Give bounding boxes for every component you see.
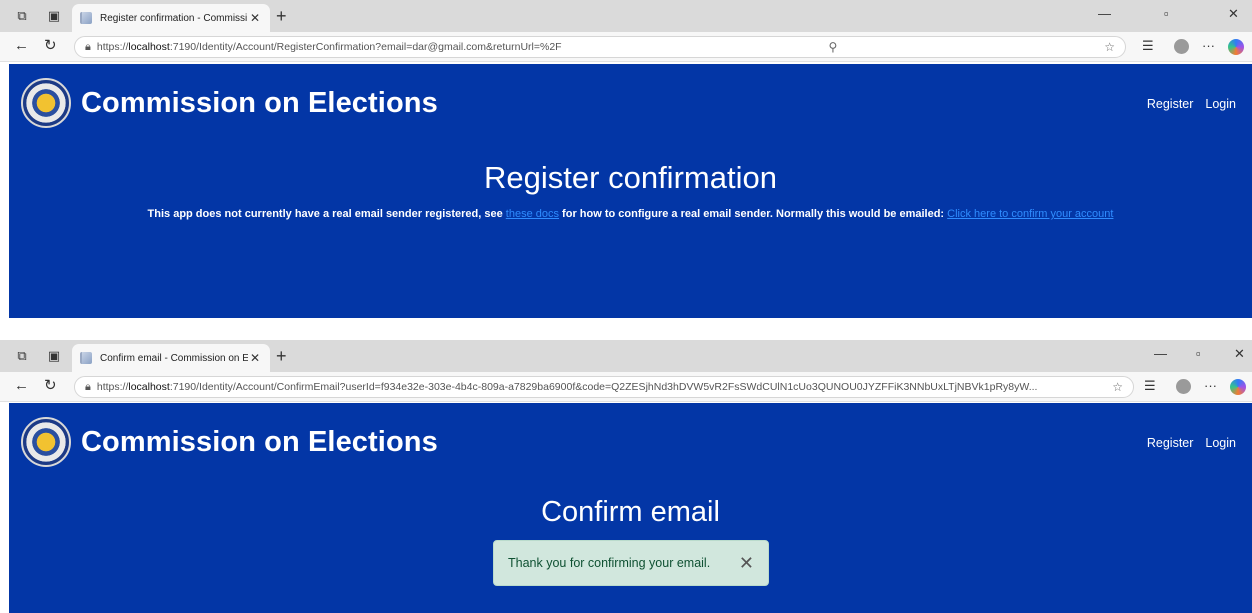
copilot-icon[interactable] [1228,39,1244,55]
browser-window-confirm-email: ⧉ ▣ Confirm email - Commission on E ✕ + … [0,340,1252,613]
url-field[interactable]: 🔒︎ https://localhost:7190/Identity/Accou… [74,36,1126,58]
back-arrow-icon[interactable]: ← [14,378,29,394]
lock-icon[interactable]: 🔒︎ [85,41,91,54]
brand-name: Commission on Elections [81,425,438,458]
page-title: Register confirmation [484,160,777,195]
favorites-icon[interactable]: ☰ [1142,38,1154,54]
tab-confirm-email[interactable]: Confirm email - Commission on E ✕ [72,344,270,372]
minimize-icon[interactable]: — [1154,346,1167,361]
search-icon[interactable]: ⚲ [821,40,838,54]
restore-icon[interactable]: ▫ [1196,346,1201,361]
page-favicon-icon [80,352,92,364]
profile-icon[interactable] [1174,39,1189,54]
tab-strip: ⧉ ▣ Confirm email - Commission on E ✕ + … [0,340,1252,372]
star-icon[interactable]: ☆ [1096,40,1115,54]
close-tab-icon[interactable]: ✕ [248,351,262,365]
address-bar: ← ↻ 🔒︎ https://localhost:7190/Identity/A… [0,372,1252,402]
url-host: localhost [128,41,170,53]
workspaces-icon[interactable]: ⧉ [14,8,30,24]
comelec-seal-icon [21,417,71,467]
favorites-icon[interactable]: ☰ [1144,378,1156,394]
page-favicon-icon [80,12,92,24]
copilot-icon[interactable] [1230,379,1246,395]
restore-icon[interactable]: ▫ [1164,6,1169,21]
alert-message: Thank you for confirming your email. [508,556,711,570]
confirm-account-link[interactable]: Click here to confirm your account [947,208,1113,220]
comelec-seal-icon [21,78,71,128]
url-host: localhost [128,381,170,393]
url-prefix: https:// [96,41,129,53]
lock-icon[interactable]: 🔒︎ [85,381,91,394]
refresh-icon[interactable]: ↻ [44,38,57,54]
message-text-middle: for how to configure a real email sender… [559,208,948,220]
brand[interactable]: Commission on Elections [21,417,438,467]
brand[interactable]: Commission on Elections [21,78,438,128]
success-alert: Thank you for confirming your email. ✕ [493,540,769,586]
refresh-icon[interactable]: ↻ [44,378,57,394]
top-nav: Register Login [1147,436,1236,450]
page-content: Commission on Elections Register Login R… [9,64,1252,318]
back-arrow-icon[interactable]: ← [14,38,29,54]
address-bar: ← ↻ 🔒︎ https://localhost:7190/Identity/A… [0,32,1252,62]
close-tab-icon[interactable]: ✕ [248,11,262,25]
new-tab-icon[interactable]: + [276,347,287,365]
more-icon[interactable]: ··· [1204,378,1217,394]
top-nav: Register Login [1147,97,1236,111]
tab-register-confirmation[interactable]: Register confirmation - Commissi ✕ [72,4,270,32]
register-link[interactable]: Register [1147,436,1194,450]
page-title: Confirm email [541,496,720,528]
tab-actions-icon[interactable]: ▣ [46,8,62,24]
star-icon[interactable]: ☆ [1104,380,1123,394]
page-content: Commission on Elections Register Login C… [9,403,1252,613]
url-field[interactable]: 🔒︎ https://localhost:7190/Identity/Accou… [74,376,1134,398]
url-path: :7190/Identity/Account/ConfirmEmail?user… [169,381,1038,393]
close-window-icon[interactable]: ✕ [1228,6,1239,22]
close-icon[interactable]: ✕ [739,553,754,574]
more-icon[interactable]: ··· [1202,38,1215,54]
login-link[interactable]: Login [1205,436,1236,450]
brand-name: Commission on Elections [81,86,438,119]
workspaces-icon[interactable]: ⧉ [14,348,30,364]
docs-link[interactable]: these docs [506,208,559,220]
minimize-icon[interactable]: — [1098,6,1111,21]
tab-title: Register confirmation - Commissi [100,12,248,24]
tab-actions-icon[interactable]: ▣ [46,348,62,364]
browser-window-register-confirmation: ⧉ ▣ Register confirmation - Commissi ✕ +… [0,0,1252,318]
confirmation-message: This app does not currently have a real … [109,207,1152,222]
url-path: :7190/Identity/Account/RegisterConfirmat… [169,41,562,53]
close-window-icon[interactable]: ✕ [1234,346,1245,362]
login-link[interactable]: Login [1205,97,1236,111]
new-tab-icon[interactable]: + [276,7,287,25]
message-text-start: This app does not currently have a real … [147,208,506,220]
tab-title: Confirm email - Commission on E [100,352,248,364]
profile-icon[interactable] [1176,379,1191,394]
tab-strip: ⧉ ▣ Register confirmation - Commissi ✕ +… [0,0,1252,32]
url-prefix: https:// [96,381,129,393]
register-link[interactable]: Register [1147,97,1194,111]
